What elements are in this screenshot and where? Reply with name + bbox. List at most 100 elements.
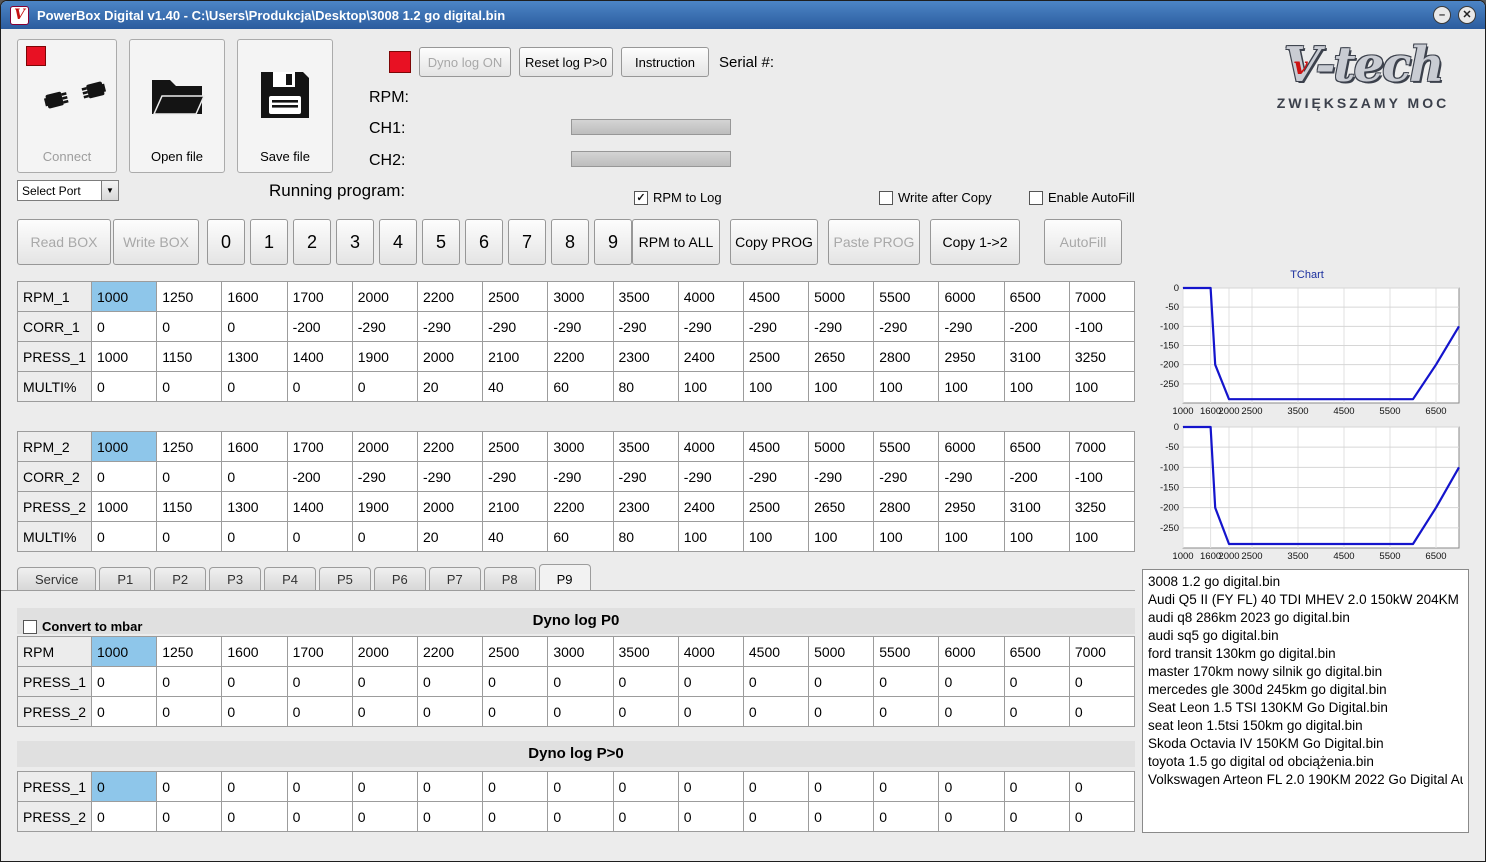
value-cell[interactable]: 5000	[808, 431, 875, 462]
value-cell[interactable]: 40	[482, 371, 549, 402]
value-cell[interactable]: 2000	[351, 281, 418, 312]
value-cell[interactable]: 0	[90, 801, 158, 832]
value-cell[interactable]: 0	[351, 521, 418, 552]
value-cell[interactable]: 1300	[221, 341, 288, 372]
value-cell[interactable]: 80	[612, 521, 679, 552]
value-cell[interactable]: 1900	[351, 491, 418, 522]
value-cell[interactable]: 100	[1003, 371, 1070, 402]
value-cell[interactable]: 100	[808, 521, 875, 552]
value-cell[interactable]: 20	[416, 521, 484, 552]
value-cell[interactable]: 2100	[482, 341, 549, 372]
checkbox-box[interactable]	[1029, 190, 1043, 205]
value-cell[interactable]: 0	[286, 371, 353, 402]
value-cell[interactable]: 0	[221, 371, 288, 402]
value-cell[interactable]: 0	[938, 801, 1005, 832]
value-cell[interactable]: -200	[1003, 461, 1070, 492]
file-list-item[interactable]: Seat Leon 1.5 TSI 130KM Go Digital.bin	[1148, 699, 1463, 717]
value-cell[interactable]: 0	[221, 311, 288, 342]
value-cell[interactable]: 0	[1003, 696, 1070, 727]
value-cell[interactable]: 0	[938, 666, 1005, 697]
file-list-item[interactable]: seat leon 1.5tsi 150km go digital.bin	[1148, 717, 1463, 735]
value-cell[interactable]: 60	[547, 371, 614, 402]
program-button-1[interactable]: 1	[250, 219, 288, 265]
value-cell[interactable]: 0	[156, 666, 223, 697]
value-cell[interactable]: 2200	[416, 431, 484, 462]
value-cell[interactable]: 1250	[156, 636, 223, 667]
tab-p5[interactable]: P5	[318, 567, 371, 591]
value-cell[interactable]: 5000	[808, 636, 875, 667]
value-cell[interactable]: 0	[90, 771, 158, 802]
value-cell[interactable]: 0	[351, 696, 418, 727]
tab-p4[interactable]: P4	[264, 567, 316, 591]
value-cell[interactable]: 5500	[873, 636, 940, 667]
value-cell[interactable]: 0	[547, 666, 614, 697]
checkbox-box[interactable]	[634, 190, 648, 205]
value-cell[interactable]: 1700	[286, 431, 353, 462]
file-list-item[interactable]: ford transit 130km go digital.bin	[1148, 645, 1463, 663]
value-cell[interactable]: 100	[677, 371, 744, 402]
value-cell[interactable]: 100	[873, 371, 940, 402]
value-cell[interactable]: 0	[90, 666, 158, 697]
value-cell[interactable]: 0	[873, 696, 940, 727]
value-cell[interactable]: 0	[156, 801, 223, 832]
value-cell[interactable]: 0	[873, 771, 940, 802]
value-cell[interactable]: 1700	[286, 636, 353, 667]
value-cell[interactable]: 0	[416, 771, 484, 802]
value-cell[interactable]: 0	[742, 771, 810, 802]
value-cell[interactable]: 100	[1068, 521, 1136, 552]
value-cell[interactable]: 0	[1003, 771, 1070, 802]
value-cell[interactable]: 100	[808, 371, 875, 402]
value-cell[interactable]: -290	[742, 461, 810, 492]
chart-2-plot[interactable]: 1000 16002000 2500 3500 4500 5500 65000-50-100…	[1147, 422, 1465, 563]
value-cell[interactable]: 5000	[808, 281, 875, 312]
correction-chart-2[interactable]: 1000 1600 2000 2500 3500 4500 5500 6500 0 -50 -100…	[1147, 422, 1467, 568]
title-bar[interactable]: V PowerBox Digital v1.40 - C:\Users\Prod…	[1, 1, 1485, 29]
value-cell[interactable]: 3000	[547, 636, 614, 667]
value-cell[interactable]: 0	[677, 666, 744, 697]
value-cell[interactable]: 2500	[482, 431, 549, 462]
value-cell[interactable]: -290	[873, 461, 940, 492]
value-cell[interactable]: 4000	[677, 636, 744, 667]
value-cell[interactable]: 1700	[286, 281, 353, 312]
value-cell[interactable]: 3250	[1068, 491, 1136, 522]
value-cell[interactable]: -290	[351, 311, 418, 342]
value-cell[interactable]: 0	[742, 666, 810, 697]
value-cell[interactable]: 1150	[156, 491, 223, 522]
value-cell[interactable]: -290	[677, 461, 744, 492]
value-cell[interactable]: 0	[221, 771, 288, 802]
value-cell[interactable]: 1000	[90, 431, 158, 462]
value-cell[interactable]: 0	[90, 311, 158, 342]
value-cell[interactable]: 0	[286, 801, 353, 832]
value-cell[interactable]: 7000	[1068, 281, 1136, 312]
value-cell[interactable]: 4000	[677, 431, 744, 462]
value-cell[interactable]: 0	[1068, 666, 1136, 697]
value-cell[interactable]: -290	[938, 311, 1005, 342]
value-cell[interactable]: 2950	[938, 341, 1005, 372]
value-cell[interactable]: 3250	[1068, 341, 1136, 372]
value-cell[interactable]: 7000	[1068, 636, 1136, 667]
value-cell[interactable]: 6000	[938, 431, 1005, 462]
value-cell[interactable]: 0	[1003, 666, 1070, 697]
tab-p7[interactable]: P7	[428, 567, 481, 591]
file-list-item[interactable]: mercedes gle 300d 245km go digital.bin	[1148, 681, 1463, 699]
value-cell[interactable]: 0	[90, 461, 158, 492]
value-cell[interactable]: -290	[416, 311, 484, 342]
value-cell[interactable]: 100	[873, 521, 940, 552]
value-cell[interactable]: 0	[1003, 801, 1070, 832]
value-cell[interactable]: 0	[416, 696, 484, 727]
dyno-log-button[interactable]: Dyno log ON	[419, 47, 511, 77]
value-cell[interactable]: 0	[351, 371, 418, 402]
value-cell[interactable]: 0	[612, 801, 679, 832]
value-cell[interactable]: 0	[351, 666, 418, 697]
value-cell[interactable]: 3500	[612, 431, 679, 462]
value-cell[interactable]: 0	[221, 666, 288, 697]
paste-prog-button[interactable]: Paste PROG	[828, 219, 920, 265]
value-cell[interactable]: 1000	[90, 491, 158, 522]
value-cell[interactable]: 0	[156, 461, 223, 492]
value-cell[interactable]: 0	[808, 801, 875, 832]
copy-1-to-2-button[interactable]: Copy 1->2	[930, 219, 1020, 265]
value-cell[interactable]: 100	[742, 371, 810, 402]
value-cell[interactable]: 6500	[1003, 281, 1070, 312]
tab-p8[interactable]: P8	[483, 567, 536, 591]
tab-p3[interactable]: P3	[209, 567, 262, 591]
